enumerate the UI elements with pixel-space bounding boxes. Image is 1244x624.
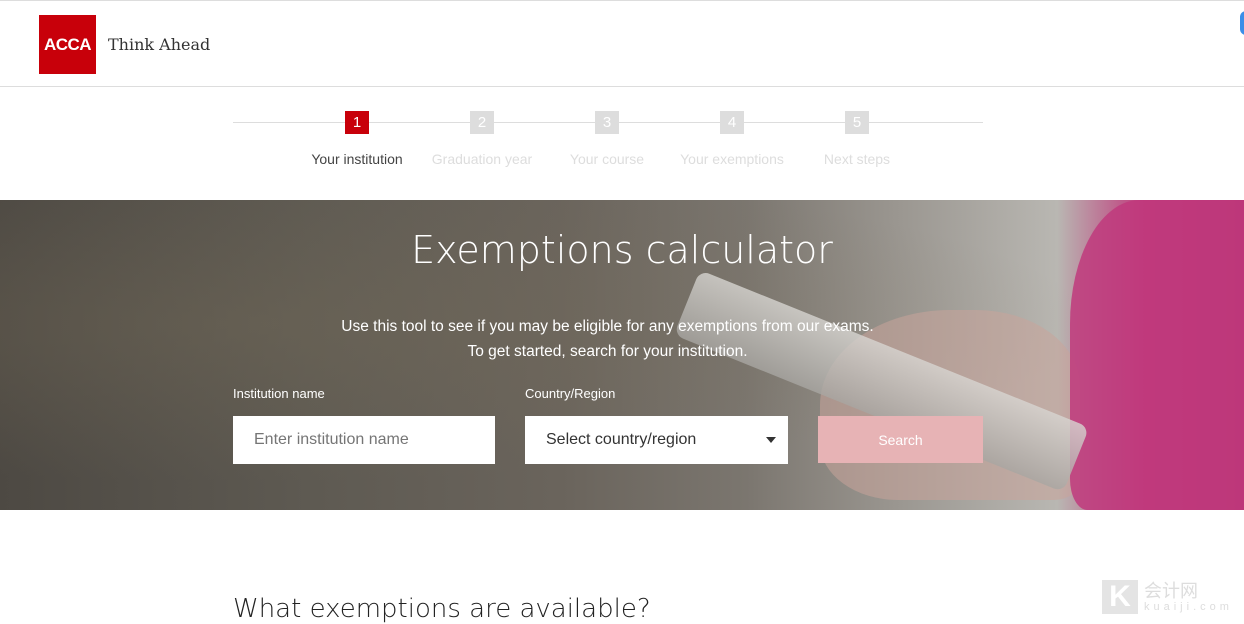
country-selected-value: Select country/region bbox=[546, 431, 697, 448]
watermark-cn: 会计网 bbox=[1144, 580, 1198, 601]
institution-label: Institution name bbox=[233, 386, 325, 401]
watermark-k-icon: K bbox=[1102, 580, 1138, 614]
watermark-domain: kuaiji.com bbox=[1144, 600, 1233, 613]
step-label: Your exemptions bbox=[680, 151, 784, 167]
step-label: Your course bbox=[569, 151, 645, 167]
page-title: Exemptions calculator bbox=[411, 228, 833, 272]
country-select[interactable]: Select country/region bbox=[525, 416, 788, 464]
site-header: ACCA Think Ahead bbox=[0, 0, 1244, 87]
step-number: 1 bbox=[345, 111, 369, 134]
intro-line: Use this tool to see if you may be eligi… bbox=[341, 318, 874, 335]
step-3: 3 Your course bbox=[537, 111, 677, 167]
step-number: 2 bbox=[470, 111, 494, 134]
step-4: 4 Your exemptions bbox=[662, 111, 802, 167]
step-1: 1 Your institution bbox=[287, 111, 427, 167]
country-label: Country/Region bbox=[525, 386, 616, 401]
search-button[interactable]: Search bbox=[818, 416, 983, 463]
step-number: 4 bbox=[720, 111, 744, 134]
step-label: Your institution bbox=[311, 151, 403, 167]
edge-widget-icon[interactable] bbox=[1240, 11, 1244, 35]
institution-input[interactable] bbox=[233, 416, 495, 464]
step-5: 5 Next steps bbox=[787, 111, 927, 167]
caret-down-icon bbox=[766, 437, 776, 443]
acca-logo[interactable]: ACCA bbox=[39, 15, 96, 74]
watermark: K 会计网 kuaiji.com bbox=[1102, 580, 1233, 614]
step-label: Next steps bbox=[823, 151, 891, 167]
step-2: 2 Graduation year bbox=[412, 111, 552, 167]
intro-text: Use this tool to see if you may be eligi… bbox=[0, 314, 1215, 364]
step-label: Graduation year bbox=[431, 151, 533, 167]
tagline: Think Ahead bbox=[108, 35, 211, 54]
progress-steps: 1 Your institution 2 Graduation year 3 Your… bbox=[0, 87, 1244, 200]
step-number: 3 bbox=[595, 111, 619, 134]
intro-line: To get started, search for your institut… bbox=[467, 343, 748, 360]
step-number: 5 bbox=[845, 111, 869, 134]
hero-banner: Exemptions calculator Use this tool to s… bbox=[0, 200, 1244, 510]
section-heading: What exemptions are available? bbox=[233, 594, 651, 624]
